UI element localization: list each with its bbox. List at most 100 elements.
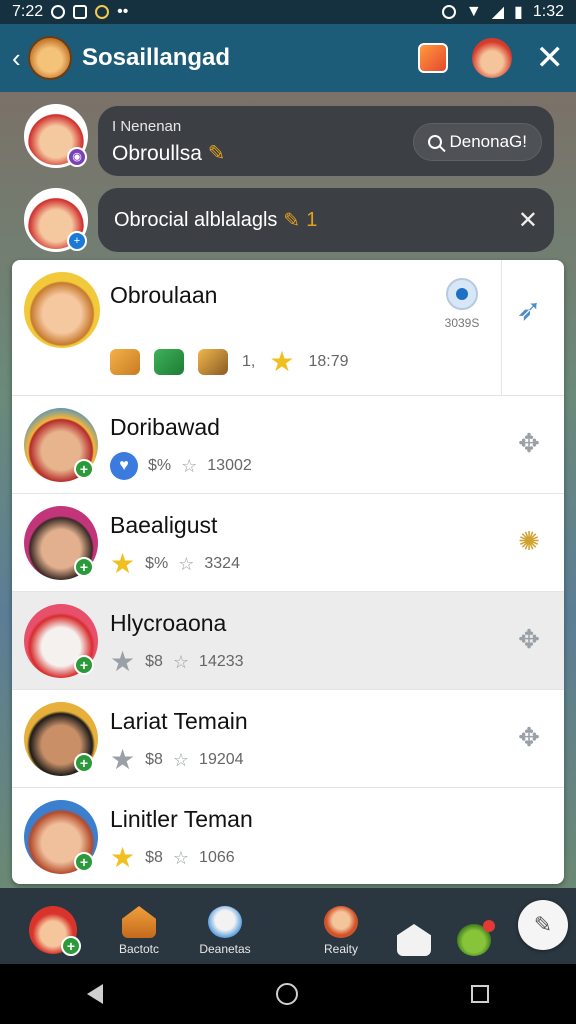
nav-label: Reaity <box>323 942 358 956</box>
list-item[interactable]: + Linitler Teman ★ $8 ☆ 1066 <box>12 788 564 884</box>
friend-name: Obroulaan <box>110 282 218 308</box>
alarm-icon <box>441 5 456 19</box>
store-icon <box>397 924 431 956</box>
system-home-icon[interactable] <box>275 983 298 1005</box>
invite-avatar[interactable]: + <box>24 188 88 252</box>
nav-label: Deanetas <box>199 942 251 956</box>
camera-badge-icon: ◉ <box>67 147 87 167</box>
invite-row: + Obrocial alblalagls ✎ 1 ✕ <box>12 184 564 262</box>
list-item[interactable]: + Hlycroaona ★ $8 ☆ 14233 ✥ <box>12 592 564 690</box>
add-friend-badge-icon: + <box>74 459 94 479</box>
nav-bactotc[interactable]: Bactotc <box>96 906 182 956</box>
pencil-icon: ✎ <box>283 209 301 232</box>
cash-icon <box>154 349 184 375</box>
friend-name: Baealigust <box>110 512 218 538</box>
list-item[interactable]: + Lariat Temain ★ $8 ☆ 19204 ✥ <box>12 690 564 788</box>
friends-list: Obroulaan 1, ★ 18:79 3039S ➶ + Doribawad… <box>12 260 564 884</box>
item-icon <box>110 349 140 375</box>
friend-score: 13002 <box>207 457 252 474</box>
friend-prefix: $8 <box>145 751 163 768</box>
friend-score: 18:79 <box>308 353 349 370</box>
compose-button[interactable]: ✎ <box>518 900 568 950</box>
star-icon: ★ <box>110 548 136 579</box>
feather-icon[interactable]: ➶ <box>514 296 544 326</box>
gamepad-icon[interactable]: ✥ <box>514 428 544 458</box>
divider <box>501 260 502 396</box>
dismiss-icon[interactable]: ✕ <box>518 206 538 235</box>
friend-meta: ★ $% ☆ 3324 <box>110 550 240 578</box>
gamepad-icon[interactable]: ✥ <box>514 722 544 752</box>
home-icon <box>122 906 156 938</box>
more-notifications: •• <box>117 3 129 20</box>
friend-meta: ♥ $% ☆ 13002 <box>110 452 252 480</box>
nav-store[interactable] <box>384 924 444 956</box>
nav-profile[interactable]: + <box>10 906 96 956</box>
gift-icon[interactable]: ✺ <box>514 526 544 556</box>
nav-reaity[interactable]: Reaity <box>298 906 384 956</box>
system-nav-bar <box>0 964 576 1024</box>
status-time-right: 1:32 <box>532 3 564 20</box>
back-icon[interactable]: ‹ <box>12 43 28 74</box>
notice-avatar[interactable]: ◉ <box>24 104 88 168</box>
gamepad-icon[interactable]: ✥ <box>514 624 544 654</box>
status-bar: 7:22 •• ▼ ◢ ▮ 1:32 <box>0 0 576 24</box>
system-back-icon[interactable] <box>86 984 103 1004</box>
friend-prefix: $% <box>145 555 169 572</box>
friend-name: Linitler Teman <box>110 806 253 832</box>
friend-meta: ★ $8 ☆ 19204 <box>110 746 244 774</box>
frog-icon <box>457 920 495 956</box>
add-friend-badge-icon: + <box>74 852 94 872</box>
pencil-icon: ✎ <box>207 142 226 165</box>
add-friend-badge-icon: + <box>74 655 94 675</box>
notification-icon <box>51 5 66 19</box>
star-outline-icon: ☆ <box>172 652 190 672</box>
avatar[interactable] <box>24 272 100 348</box>
top-notices: ◉ I Nenenan Obroullsa ✎ DenonaG! + Obroc… <box>12 100 564 262</box>
invite-card[interactable]: Obrocial alblalagls ✎ 1 ✕ <box>98 188 554 252</box>
ghost-icon <box>208 906 242 938</box>
invite-count: 1 <box>306 208 318 231</box>
friend-score: 3324 <box>204 555 240 572</box>
shop-icon[interactable] <box>417 43 448 73</box>
avatar[interactable]: + <box>29 906 81 956</box>
star-icon: ★ <box>110 744 136 775</box>
friend-meta: 1, ★ 18:79 <box>110 348 349 376</box>
app-bar: ‹ Sosaillangad ✕ <box>0 24 576 92</box>
heart-icon: ♥ <box>110 452 138 480</box>
list-item[interactable]: Obroulaan 1, ★ 18:79 3039S ➶ <box>12 260 564 396</box>
bottom-nav: + Bactotc Deanetas Reaity ✎ <box>0 888 576 964</box>
friend-score: 1066 <box>199 849 235 866</box>
add-friend-badge-icon: + <box>74 753 94 773</box>
system-recents-icon[interactable] <box>471 985 490 1003</box>
signal-icon: ◢ <box>491 4 505 21</box>
add-friend-badge-icon: + <box>74 557 94 577</box>
profile-avatar-button[interactable] <box>471 38 512 78</box>
star-outline-icon: ☆ <box>172 848 190 868</box>
app-notification-icon <box>95 5 110 19</box>
star-icon: ★ <box>110 842 136 873</box>
chest-icon <box>198 349 228 375</box>
star-icon: ★ <box>110 646 136 677</box>
gallery-icon <box>73 5 88 19</box>
character-icon <box>324 906 358 938</box>
friend-meta: ★ $8 ☆ 1066 <box>110 844 235 872</box>
friend-score: 14233 <box>199 653 244 670</box>
friend-name: Hlycroaona <box>110 610 227 636</box>
status-code: 3039S <box>444 316 480 330</box>
status-time: 7:22 <box>12 3 44 20</box>
star-outline-icon: ☆ <box>181 456 198 476</box>
nav-frog[interactable] <box>444 920 504 956</box>
star-icon: ★ <box>269 346 295 377</box>
search-chip[interactable]: DenonaG! <box>412 123 542 161</box>
close-icon[interactable]: ✕ <box>536 41 565 75</box>
list-item[interactable]: + Baealigust ★ $% ☆ 3324 ✺ <box>12 494 564 592</box>
notice-card[interactable]: I Nenenan Obroullsa ✎ DenonaG! <box>98 106 554 176</box>
status-indicator: 3039S <box>440 278 484 330</box>
nav-label: Bactotc <box>118 942 160 956</box>
friend-prefix: $8 <box>145 849 163 866</box>
nav-deanetas[interactable]: Deanetas <box>182 906 268 956</box>
friend-prefix: $% <box>148 457 172 474</box>
friend-name: Lariat Temain <box>110 708 248 734</box>
list-item[interactable]: + Doribawad ♥ $% ☆ 13002 ✥ <box>12 396 564 494</box>
app-title: Sosaillangad <box>82 44 231 71</box>
